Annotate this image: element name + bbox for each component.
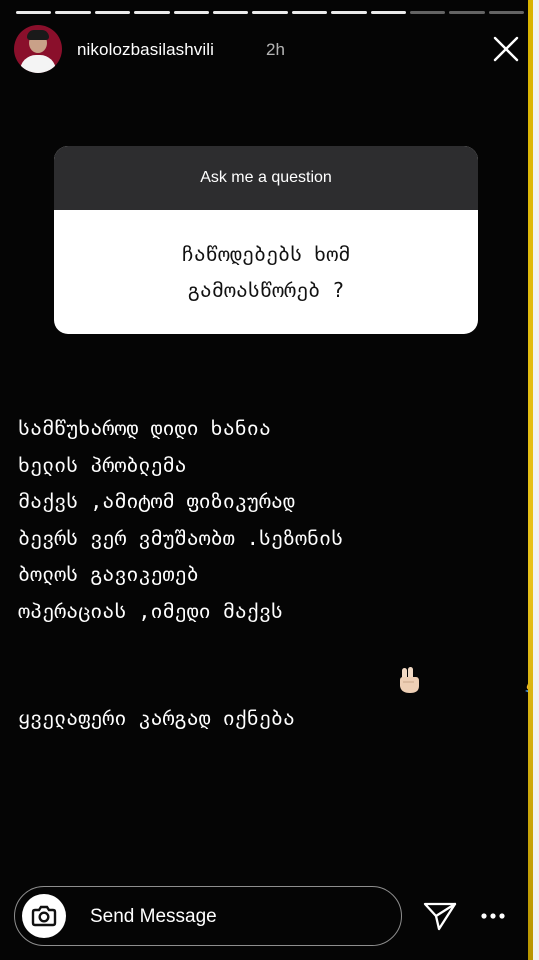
camera-icon (31, 905, 57, 927)
send-message-placeholder: Send Message (90, 906, 217, 927)
folded-hands-icon (427, 629, 528, 742)
story-footer: Send Message (14, 886, 526, 948)
answer-line: ხელის პრობლემა (18, 452, 187, 477)
progress-segment (173, 11, 209, 14)
answer-line: სამწუხაროდ დიდი ხანია (18, 416, 271, 440)
send-message-input[interactable]: Send Message (14, 886, 402, 946)
story-progress-bar (16, 11, 525, 15)
progress-segment (331, 11, 367, 14)
progress-segment (94, 11, 131, 14)
question-line: ჩაწოდებებს ხომ (181, 242, 351, 266)
sticker-title: Ask me a question (54, 146, 478, 210)
answer-line: მაქვს ,ამიტომ ფიზიკურად (18, 489, 295, 513)
progress-segment (409, 11, 446, 14)
profile-avatar[interactable] (14, 25, 62, 73)
progress-segment (252, 11, 288, 14)
progress-segment (291, 11, 328, 14)
post-time: 2h (266, 40, 285, 59)
answer-line: ბოლოს გავიკეთებ (18, 562, 199, 586)
question-text: ჩაწოდებებს ხომ გამოასწორებ ? (54, 210, 478, 334)
username[interactable]: nikolozbasilashvili (77, 40, 214, 60)
progress-segment (212, 11, 249, 14)
progress-segment (449, 11, 485, 14)
progress-segment (55, 11, 91, 14)
answer-text: სამწუხაროდ დიდი ხანია ხელის პრობლემა მაქ… (18, 410, 528, 742)
camera-button[interactable] (22, 894, 66, 938)
avatar-body (20, 55, 56, 73)
story-header: nikolozbasilashvili 2h (14, 25, 524, 75)
page-edge (528, 0, 539, 960)
answer-line: ოპერაციას ,იმედი მაქვს (18, 598, 283, 623)
question-sticker: Ask me a question ჩაწოდებებს ხომ გამოასწ… (54, 146, 478, 334)
progress-segment (134, 11, 170, 14)
avatar-hair (27, 30, 49, 40)
answer-line: ბევრს ვერ ვმუშაობთ .სეზონის (18, 525, 344, 550)
story-viewer: nikolozbasilashvili 2h Ask me a question… (0, 0, 528, 960)
progress-segment (16, 11, 52, 14)
victory-hand-icon (301, 629, 421, 742)
progress-segment (488, 11, 525, 14)
progress-segment (370, 11, 406, 14)
answer-line: ყველაფერი კარგად იქნება (18, 706, 295, 730)
paper-plane-icon[interactable] (422, 900, 458, 932)
more-options-icon[interactable] (480, 904, 506, 928)
answer-last-line: ყველაფერი კარგად იქნება (18, 629, 528, 742)
question-line: გამოასწორებ ? (187, 278, 345, 302)
close-icon[interactable] (492, 35, 520, 63)
accent-strip (528, 0, 533, 960)
